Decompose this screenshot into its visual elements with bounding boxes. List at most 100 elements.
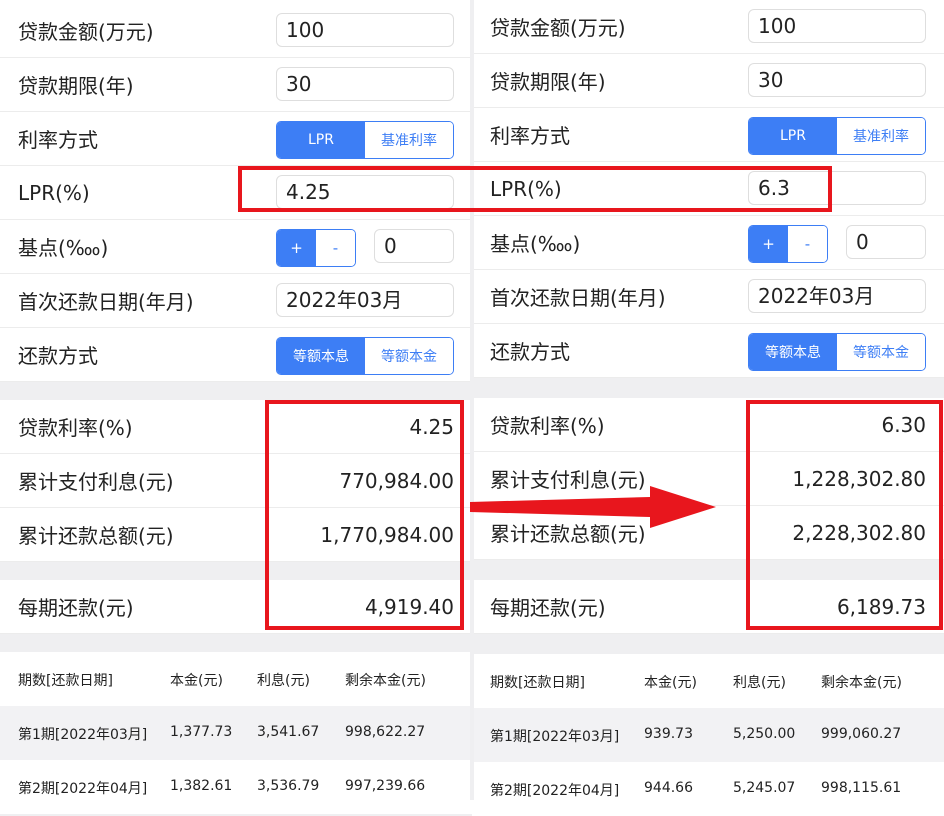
repay-mode-segmented: 等额本息 等额本金 xyxy=(276,337,454,375)
total-interest-value: 1,228,302.80 xyxy=(792,466,926,491)
table-cell-principal: 944.66 xyxy=(644,780,693,796)
total-interest-row: 累计支付利息(元) 770,984.00 xyxy=(0,454,472,508)
result-rate-row: 贷款利率(%) 6.30 xyxy=(472,398,944,452)
table-cell-interest: 3,536.79 xyxy=(257,778,320,794)
calculator-panel-right: 贷款金额(万元) 100 贷款期限(年) 30 利率方式 LPR 基准利率 LP… xyxy=(472,0,944,816)
repay-mode-label: 还款方式 xyxy=(490,340,570,364)
column-header-interest: 利息(元) xyxy=(257,673,310,689)
repay-mode-row: 还款方式 等额本息 等额本金 xyxy=(472,324,944,378)
column-header-remaining: 剩余本金(元) xyxy=(345,673,426,689)
table-row: 第1期[2022年03月] 939.73 5,250.00 999,060.27 xyxy=(472,708,944,762)
table-cell-principal: 1,382.61 xyxy=(170,778,233,794)
section-gap xyxy=(0,562,472,580)
repay-mode-option-equal-installment[interactable]: 等额本息 xyxy=(749,334,837,370)
lpr-input[interactable]: 6.3 xyxy=(748,171,926,205)
lpr-label: LPR(%) xyxy=(490,176,562,201)
table-row: 第2期[2022年04月] 1,382.61 3,536.79 997,239.… xyxy=(0,760,472,814)
repay-mode-row: 还款方式 等额本息 等额本金 xyxy=(0,328,472,382)
repay-mode-option-equal-installment[interactable]: 等额本息 xyxy=(277,338,365,374)
result-rate-label: 贷款利率(%) xyxy=(18,416,133,440)
calculator-panel-left: 贷款金额(万元) 100 贷款期限(年) 30 利率方式 LPR 基准利率 LP… xyxy=(0,0,472,814)
first-date-label: 首次还款日期(年月) xyxy=(18,290,194,314)
rate-mode-label: 利率方式 xyxy=(490,124,570,148)
basis-label: 基点(‱) xyxy=(18,236,109,260)
rate-mode-option-lpr[interactable]: LPR xyxy=(277,122,365,158)
monthly-label: 每期还款(元) xyxy=(18,596,134,620)
rate-mode-segmented: LPR 基准利率 xyxy=(276,121,454,159)
rate-mode-option-lpr[interactable]: LPR xyxy=(749,118,837,154)
loan-term-input[interactable]: 30 xyxy=(748,63,926,97)
total-interest-value: 770,984.00 xyxy=(339,468,454,493)
loan-term-input[interactable]: 30 xyxy=(276,67,454,101)
result-rate-row: 贷款利率(%) 4.25 xyxy=(0,400,472,454)
table-cell-period: 第2期[2022年04月] xyxy=(18,781,148,797)
monthly-value: 6,189.73 xyxy=(836,594,926,619)
table-cell-remaining: 999,060.27 xyxy=(821,726,902,742)
loan-amount-input[interactable]: 100 xyxy=(748,9,926,43)
rate-mode-row: 利率方式 LPR 基准利率 xyxy=(472,108,944,162)
basis-input[interactable]: 0 xyxy=(846,225,926,259)
schedule-table-header: 期数[还款日期] 本金(元) 利息(元) 剩余本金(元) xyxy=(472,654,944,708)
basis-row: 基点(‱) + - 0 xyxy=(472,216,944,270)
basis-minus-button[interactable]: - xyxy=(316,230,355,266)
table-cell-period: 第1期[2022年03月] xyxy=(490,729,620,745)
repay-mode-option-equal-principal[interactable]: 等额本金 xyxy=(837,334,925,370)
basis-plus-button[interactable]: + xyxy=(277,230,316,266)
table-cell-period: 第2期[2022年04月] xyxy=(490,783,620,799)
first-date-label: 首次还款日期(年月) xyxy=(490,286,666,310)
loan-term-label: 贷款期限(年) xyxy=(18,74,134,98)
monthly-value: 4,919.40 xyxy=(364,594,454,619)
column-header-period: 期数[还款日期] xyxy=(490,675,585,691)
panel-divider xyxy=(470,0,474,800)
section-gap xyxy=(472,378,944,398)
basis-plus-button[interactable]: + xyxy=(749,226,788,262)
basis-row: 基点(‱) + - 0 xyxy=(0,220,472,274)
result-rate-value: 4.25 xyxy=(409,414,454,439)
repay-mode-segmented: 等额本息 等额本金 xyxy=(748,333,926,371)
rate-mode-option-benchmark[interactable]: 基准利率 xyxy=(365,122,453,158)
table-cell-interest: 3,541.67 xyxy=(257,724,320,740)
comparison-arrow-icon xyxy=(470,486,716,528)
total-interest-label: 累计支付利息(元) xyxy=(18,470,174,494)
loan-amount-label: 贷款金额(万元) xyxy=(490,16,626,40)
column-header-remaining: 剩余本金(元) xyxy=(821,675,902,691)
basis-minus-button[interactable]: - xyxy=(788,226,827,262)
table-row: 第1期[2022年03月] 1,377.73 3,541.67 998,622.… xyxy=(0,706,472,760)
column-header-principal: 本金(元) xyxy=(644,675,697,691)
loan-term-row: 贷款期限(年) 30 xyxy=(0,58,472,112)
rate-mode-option-benchmark[interactable]: 基准利率 xyxy=(837,118,925,154)
lpr-input[interactable]: 4.25 xyxy=(276,175,454,209)
first-date-row: 首次还款日期(年月) 2022年03月 xyxy=(472,270,944,324)
column-header-period: 期数[还款日期] xyxy=(18,673,113,689)
result-rate-value: 6.30 xyxy=(881,412,926,437)
loan-amount-label: 贷款金额(万元) xyxy=(18,20,154,44)
basis-input[interactable]: 0 xyxy=(374,229,454,263)
loan-amount-row: 贷款金额(万元) 100 xyxy=(0,4,472,58)
table-cell-remaining: 998,622.27 xyxy=(345,724,426,740)
loan-term-row: 贷款期限(年) 30 xyxy=(472,54,944,108)
monthly-row: 每期还款(元) 4,919.40 xyxy=(0,580,472,634)
first-date-input[interactable]: 2022年03月 xyxy=(748,279,926,313)
first-date-input[interactable]: 2022年03月 xyxy=(276,283,454,317)
column-header-interest: 利息(元) xyxy=(733,675,786,691)
repay-mode-label: 还款方式 xyxy=(18,344,98,368)
table-cell-remaining: 998,115.61 xyxy=(821,780,902,796)
total-repay-label: 累计还款总额(元) xyxy=(18,524,174,548)
table-cell-interest: 5,250.00 xyxy=(733,726,796,742)
table-cell-interest: 5,245.07 xyxy=(733,780,796,796)
loan-amount-row: 贷款金额(万元) 100 xyxy=(472,0,944,54)
rate-mode-row: 利率方式 LPR 基准利率 xyxy=(0,112,472,166)
repay-mode-option-equal-principal[interactable]: 等额本金 xyxy=(365,338,453,374)
column-header-principal: 本金(元) xyxy=(170,673,223,689)
table-cell-remaining: 997,239.66 xyxy=(345,778,426,794)
basis-stepper: + - xyxy=(276,229,356,267)
schedule-table-header: 期数[还款日期] 本金(元) 利息(元) 剩余本金(元) xyxy=(0,652,472,706)
total-repay-value: 2,228,302.80 xyxy=(792,520,926,545)
first-date-row: 首次还款日期(年月) 2022年03月 xyxy=(0,274,472,328)
section-gap xyxy=(472,560,944,580)
basis-label: 基点(‱) xyxy=(490,232,581,256)
lpr-label: LPR(%) xyxy=(18,180,90,205)
basis-stepper: + - xyxy=(748,225,828,263)
loan-amount-input[interactable]: 100 xyxy=(276,13,454,47)
total-repay-value: 1,770,984.00 xyxy=(320,522,454,547)
